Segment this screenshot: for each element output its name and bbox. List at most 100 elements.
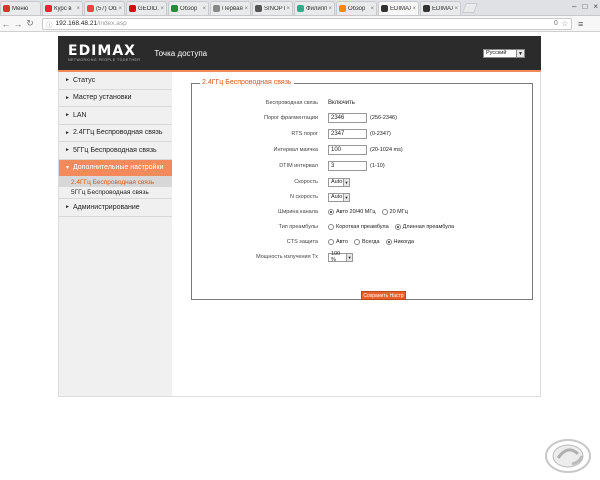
chevron-down-icon: ▼ [343,178,349,186]
url-path: /index.asp [97,20,127,27]
browser-tab-active[interactable]: EDIMAX × [378,1,419,15]
close-icon[interactable]: × [453,6,458,12]
dtim-interval-input[interactable]: 3 [328,161,367,171]
close-icon[interactable]: × [285,6,290,12]
sidebar-item-status[interactable]: ► Статус [59,72,172,90]
dtim-hint: (1-10) [370,163,385,169]
zoom-badge[interactable]: 0 [554,20,558,28]
minimize-icon[interactable]: – [572,2,576,11]
row-beacon: Интервал маячка 100 (20-1024 ms) [192,144,534,156]
browser-tab[interactable]: Меню [0,1,41,15]
preamble-long-radio[interactable]: Длинная преамбула [394,224,454,230]
row-fragment: Порог фрагментации 2346 (256-2346) [192,112,534,124]
language-select[interactable]: Русский ▼ [483,48,525,58]
close-icon[interactable]: × [243,6,248,12]
sidebar-item-advanced[interactable]: ▼ Дополнительные настройки [59,159,172,177]
row-rts: RTS порог 2347 (0-2347) [192,128,534,140]
browser-tab[interactable]: Филипп × [294,1,335,15]
favicon-icon [255,5,262,12]
url-input[interactable]: ⓘ 192.168.48.21/index.asp 0 ☆ [42,17,572,30]
close-icon[interactable]: × [75,6,80,12]
close-window-icon[interactable]: × [593,2,598,11]
browser-tab[interactable]: SINOPT × [252,1,293,15]
browser-tab[interactable]: Обзор × [336,1,377,15]
row-speed: Скорость Auto ▼ [192,176,534,188]
triangle-right-icon: ► [65,94,70,101]
browser-tab[interactable]: Курс в × [42,1,83,15]
wireless-value: Включить [328,100,355,106]
browser-tab[interactable]: (57) Обз × [84,1,125,15]
browser-tab[interactable]: Обзор × [168,1,209,15]
speed-select[interactable]: Auto ▼ [328,177,350,187]
cts-label: CTS защита [286,239,318,245]
close-icon[interactable]: × [117,6,122,12]
sidebar-item-lan[interactable]: ► LAN [59,107,172,125]
close-icon[interactable]: × [411,6,416,12]
radio-checked-icon [394,224,401,230]
radio-unchecked-icon [381,209,388,215]
rts-label: RTS порог [291,131,318,137]
close-icon[interactable]: × [369,6,374,12]
edimax-logo: EDIMAX NETWORKING PEOPLE TOGETHER [68,44,140,63]
nspeed-select[interactable]: Auto ▼ [328,192,350,202]
favicon-icon [297,5,304,12]
page-info-icon[interactable]: ⓘ [46,19,53,29]
chevron-down-icon: ▼ [516,49,524,57]
radio-unchecked-icon [354,239,360,245]
sidebar-subitem-advanced-5[interactable]: 5ГГц Беспроводная связь [59,187,172,199]
width-auto-radio[interactable]: Авто 20/40 МГц [328,209,376,215]
sidebar-item-admin[interactable]: ► Администрирование [59,199,172,217]
bookmark-star-icon[interactable]: ☆ [562,20,568,28]
radio-checked-icon [328,209,334,215]
cts-always-radio[interactable]: Всегда [354,239,380,245]
sidebar-subitem-advanced-24[interactable]: 2.4ГГц Беспроводная связь [59,177,172,187]
radio-unchecked-icon [328,239,334,245]
preamble-label: Тип преамбулы [278,224,318,230]
triangle-right-icon: ► [65,77,70,84]
site-watermark-logo [545,439,591,473]
speed-value: Auto [331,179,343,185]
sidebar-item-wireless-5[interactable]: ► 5ГГц Беспроводная связь [59,142,172,160]
language-value: Русский [486,50,507,56]
favicon-icon [87,5,94,12]
fragment-threshold-input[interactable]: 2346 [328,113,367,123]
triangle-right-icon: ► [65,129,70,136]
beacon-interval-input[interactable]: 100 [328,145,367,155]
speed-label: Скорость [294,179,318,185]
logo-tagline: NETWORKING PEOPLE TOGETHER [68,57,141,62]
logo-text: EDIMAX [68,42,136,59]
fragment-hint: (256-2346) [370,115,397,121]
sidebar-item-wireless-24[interactable]: ► 2.4ГГц Беспроводная связь [59,124,172,142]
favicon-icon [3,5,10,12]
browser-tab[interactable]: EDIMAX × [420,1,461,15]
browser-tab[interactable]: GEOID.и× [126,1,167,15]
nspeed-label: N скорость [289,194,318,200]
triangle-down-icon: ▼ [65,164,70,171]
width-20-radio[interactable]: 20 МГц [381,209,408,215]
rts-threshold-input[interactable]: 2347 [328,129,367,139]
close-icon[interactable]: × [327,6,332,12]
row-dtim: DTIM интервал 3 (1-10) [192,160,534,172]
forward-icon[interactable]: → [12,19,24,29]
save-settings-button[interactable]: Сохранить Настр [361,291,406,300]
page-title: Точка доступа [154,48,208,58]
close-icon[interactable]: × [201,6,206,12]
reload-icon[interactable]: ↻ [24,18,36,29]
preamble-short-radio[interactable]: Короткая преамбула [328,224,389,230]
tx-power-select[interactable]: 100 % ▼ [328,251,353,263]
sidebar-item-wizard[interactable]: ► Мастер установки [59,89,172,107]
cts-never-radio[interactable]: Никогда [385,239,414,245]
triangle-right-icon: ► [65,147,70,154]
cts-auto-radio[interactable]: Авто [328,239,348,245]
new-tab-button[interactable] [462,3,478,13]
tx-power-value: 100 % [331,251,341,263]
channel-width-label: Ширина канала [278,209,318,215]
browser-menu-icon[interactable]: ≡ [578,19,583,29]
beacon-label: Интервал маячка [273,147,319,153]
close-icon[interactable]: × [159,6,164,12]
back-icon[interactable]: ← [0,19,12,29]
browser-tab[interactable]: Первая × [210,1,251,15]
maximize-icon[interactable]: □ [582,2,587,11]
favicon-icon [45,5,52,12]
favicon-icon [213,5,220,12]
